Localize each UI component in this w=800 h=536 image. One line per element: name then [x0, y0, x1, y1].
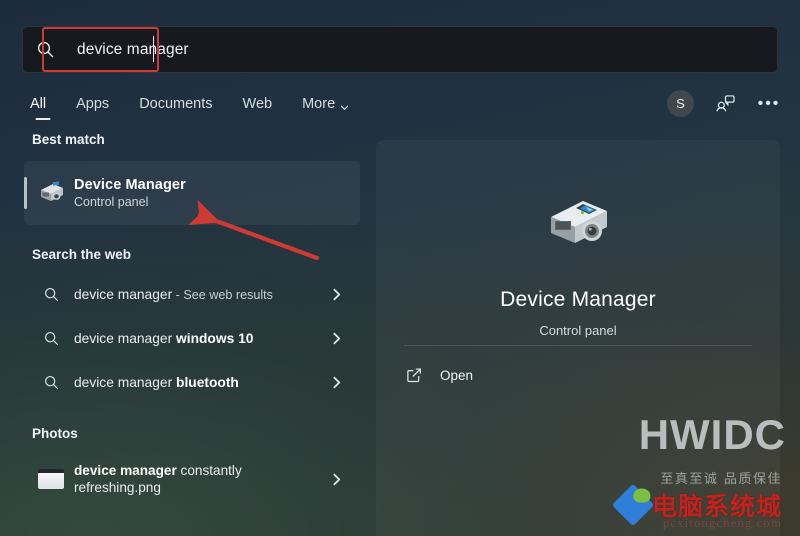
tab-all[interactable]: All — [24, 94, 61, 122]
web-result-row[interactable]: device manager bluetooth — [24, 360, 360, 404]
preview-header: Device Manager Control panel — [376, 140, 780, 338]
watermark-url: pcxitongcheng.com — [662, 515, 782, 530]
chevron-right-icon[interactable] — [331, 376, 342, 389]
watermark-diamond-icon — [611, 483, 655, 527]
chevron-right-icon[interactable] — [331, 332, 342, 345]
chevron-down-icon — [340, 100, 349, 110]
results-column: Best match Device Manager Control panel — [0, 132, 376, 536]
search-bar[interactable] — [22, 26, 778, 73]
result-filter-tabs: All Apps Documents Web More — [24, 94, 364, 122]
preview-title: Device Manager — [500, 288, 656, 311]
web-result-row[interactable]: device manager - See web results — [24, 272, 360, 316]
web-result-label: device manager bluetooth — [74, 375, 239, 390]
web-result-suffix: - See web results — [172, 287, 273, 302]
text-cursor — [153, 36, 154, 62]
section-title-photos: Photos — [32, 426, 78, 441]
open-external-icon — [406, 367, 422, 383]
ellipsis-icon[interactable]: ••• — [756, 91, 782, 117]
best-match-subtitle: Control panel — [74, 195, 149, 209]
web-result-label: device manager windows 10 — [74, 331, 253, 346]
tab-more[interactable]: More — [287, 94, 364, 122]
header-actions: S ••• — [667, 90, 782, 117]
feedback-chat-icon[interactable] — [712, 91, 738, 117]
ellipsis-glyph: ••• — [757, 94, 781, 112]
search-input-wrap — [67, 27, 777, 72]
web-result-row[interactable]: device manager windows 10 — [24, 316, 360, 360]
watermark-slogan: 至真至诚 品质保佳 — [660, 472, 782, 487]
selection-indicator — [24, 177, 27, 209]
device-manager-icon — [28, 180, 74, 206]
open-action-label: Open — [440, 367, 474, 383]
chevron-right-icon[interactable] — [331, 288, 342, 301]
chevron-right-icon[interactable] — [331, 473, 342, 486]
search-icon — [28, 287, 74, 302]
tab-web-label: Web — [242, 96, 273, 112]
tab-all-label: All — [30, 96, 47, 112]
tab-documents[interactable]: Documents — [124, 94, 227, 122]
windows-search-overlay: All Apps Documents Web More S — [0, 0, 800, 536]
web-result-bold: bluetooth — [176, 374, 239, 390]
web-result-query: device manager — [74, 330, 177, 346]
photos-list: device manager constantly refreshing.png — [0, 453, 376, 505]
photo-result-row[interactable]: device manager constantly refreshing.png — [24, 453, 360, 505]
search-icon — [28, 331, 74, 346]
tab-more-label: More — [302, 96, 336, 112]
photo-thumbnail-icon — [28, 469, 74, 489]
best-match-title: Device Manager — [74, 177, 186, 193]
open-action-button[interactable]: Open — [406, 358, 483, 392]
avatar[interactable]: S — [667, 90, 694, 117]
search-input[interactable] — [67, 40, 777, 59]
best-match-text: Device Manager Control panel — [74, 177, 186, 209]
search-icon — [28, 375, 74, 390]
watermark-brand: HWIDC — [638, 411, 786, 458]
section-title-search-the-web: Search the web — [32, 247, 132, 262]
tab-web[interactable]: Web — [228, 94, 288, 122]
web-results-list: device manager - See web results device … — [0, 272, 376, 404]
tab-documents-label: Documents — [139, 96, 213, 112]
web-result-query: device manager — [74, 374, 177, 390]
tab-apps-label: Apps — [76, 96, 110, 112]
photo-result-label: device manager constantly refreshing.png — [74, 462, 324, 496]
tab-apps[interactable]: Apps — [61, 94, 124, 122]
section-title-best-match: Best match — [32, 132, 105, 147]
avatar-initial: S — [676, 96, 685, 111]
web-result-label: device manager - See web results — [74, 287, 273, 302]
best-match-item[interactable]: Device Manager Control panel — [24, 161, 360, 225]
web-result-bold: windows 10 — [176, 330, 254, 346]
photo-result-bold: device manager — [74, 463, 177, 478]
preview-subtitle: Control panel — [539, 323, 617, 338]
search-icon — [23, 27, 67, 72]
device-manager-icon — [536, 190, 620, 260]
preview-divider — [404, 345, 752, 346]
web-result-query: device manager — [74, 286, 173, 302]
